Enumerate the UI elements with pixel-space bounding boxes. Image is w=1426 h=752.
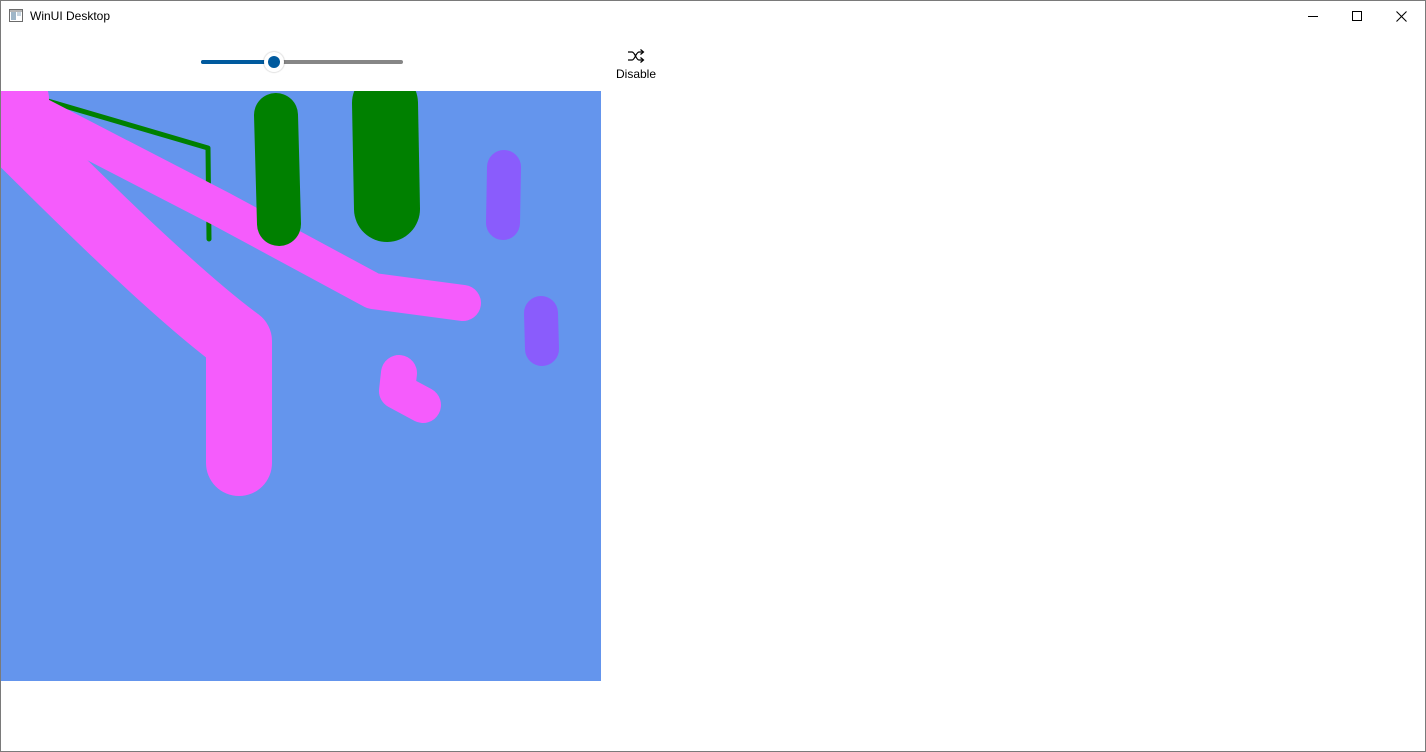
app-window: WinUI Desktop Disable (0, 0, 1426, 752)
ink-stroke-pink-top (1, 91, 49, 129)
maximize-icon (1352, 11, 1362, 21)
ink-stroke-purple-upper (486, 150, 521, 240)
minimize-icon (1308, 16, 1318, 17)
ink-stroke-green-left (254, 93, 301, 246)
minimize-button[interactable] (1291, 1, 1335, 31)
toolbar: Disable (1, 31, 1425, 91)
maximize-button[interactable] (1335, 1, 1379, 31)
title-bar[interactable]: WinUI Desktop (1, 1, 1425, 31)
disable-toggle-button[interactable]: Disable (609, 43, 663, 85)
shuffle-icon (627, 48, 645, 64)
close-icon (1395, 10, 1407, 22)
disable-label: Disable (615, 67, 657, 81)
ink-stroke-purple-lower (524, 296, 559, 366)
ink-drawing (1, 91, 559, 496)
stroke-size-slider[interactable] (201, 51, 403, 73)
slider-thumb-inner (268, 56, 280, 68)
ink-stroke-pink-blob (379, 355, 441, 423)
ink-stroke-green-right (352, 91, 420, 242)
ink-canvas[interactable] (1, 91, 601, 681)
app-window-icon (9, 9, 23, 22)
window-title: WinUI Desktop (30, 9, 111, 23)
close-button[interactable] (1379, 1, 1423, 31)
slider-thumb[interactable] (264, 52, 284, 72)
